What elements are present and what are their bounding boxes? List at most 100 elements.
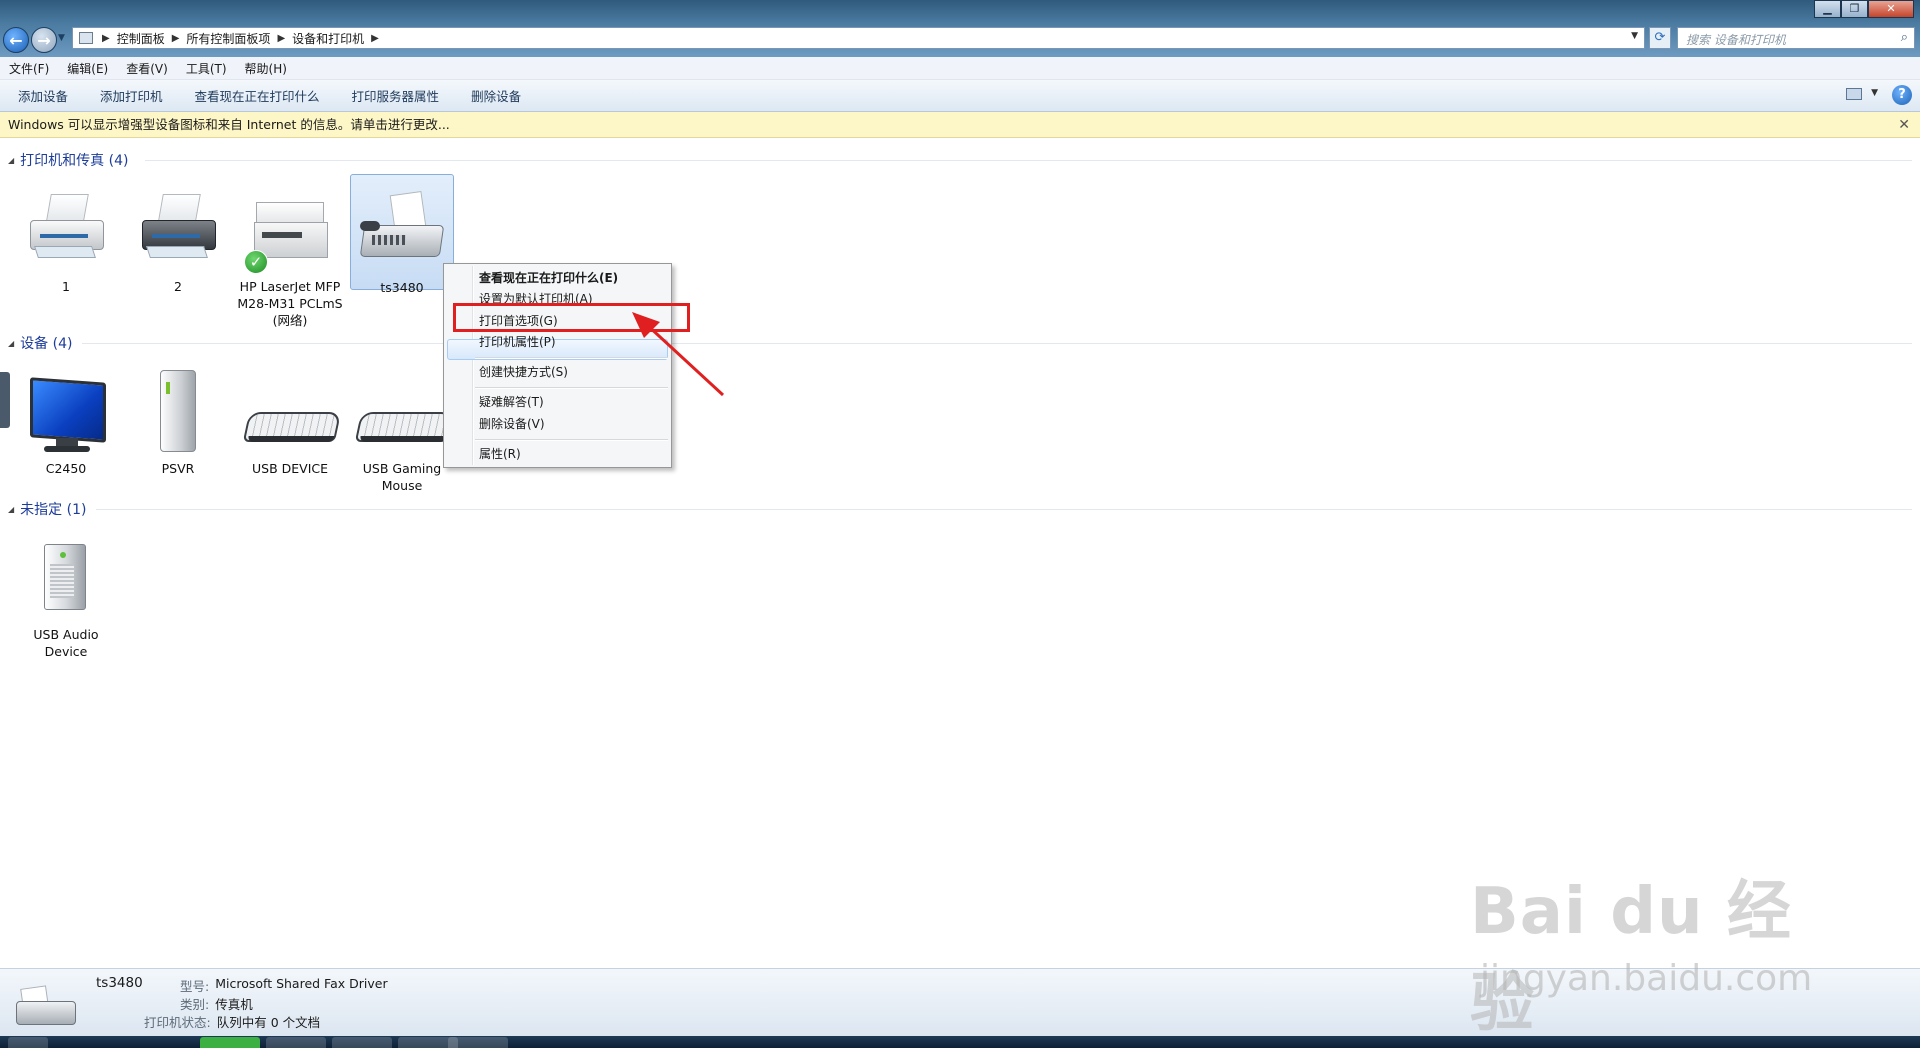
breadcrumb-devices-printers[interactable]: 设备和打印机 <box>288 30 368 47</box>
device-label: USB DEVICE <box>251 461 329 476</box>
laser-mfp-icon: ✓ <box>242 180 338 276</box>
details-device-name: ts3480 <box>96 975 143 991</box>
group-title-devices: 设备 (4) <box>20 336 73 352</box>
group-divider <box>82 343 1912 344</box>
group-divider <box>145 160 1912 161</box>
annotation-arrow-icon <box>632 312 725 397</box>
back-button[interactable]: ← <box>3 27 29 53</box>
info-bar-text: Windows 可以显示增强型设备图标和来自 Internet 的信息。请单击进… <box>8 117 450 132</box>
see-whats-printing-button[interactable]: 查看现在正在打印什么 <box>177 86 334 105</box>
device-usb-gaming-mouse[interactable]: USB Gaming Mouse <box>348 362 456 494</box>
ctx-remove-device[interactable]: 删除设备(V) <box>479 414 545 434</box>
keyboard-icon <box>242 362 342 458</box>
baidu-watermark-url: jingyan.baidu.com <box>1480 958 1813 999</box>
taskbar-app[interactable] <box>332 1037 392 1048</box>
ctx-see-whats-printing[interactable]: 查看现在正在打印什么(E) <box>479 268 618 288</box>
ctx-create-shortcut[interactable]: 创建快捷方式(S) <box>479 362 568 382</box>
inkjet-printer-icon <box>18 180 114 276</box>
device-label: 1 <box>62 279 70 294</box>
fax-icon <box>12 975 82 1033</box>
breadcrumb-all-items[interactable]: 所有控制面板项 <box>182 30 274 47</box>
address-dropdown-icon[interactable]: ▼ <box>1631 31 1638 41</box>
collapse-triangle-icon[interactable]: ◢ <box>8 505 14 514</box>
menu-tools[interactable]: 工具(T) <box>177 60 236 77</box>
refresh-button[interactable]: ⟳ <box>1649 27 1671 49</box>
search-input[interactable]: 搜索 设备和打印机 ⌕ <box>1677 27 1915 49</box>
collapse-triangle-icon[interactable]: ◢ <box>8 339 14 348</box>
menu-bar: 文件(F) 编辑(E) 查看(V) 工具(T) 帮助(H) <box>0 57 1920 80</box>
details-status-value: 队列中有 0 个文档 <box>216 1015 321 1030</box>
control-panel-icon <box>79 32 93 44</box>
device-usb-audio[interactable]: USB Audio Device <box>12 528 120 660</box>
breadcrumb-control-panel[interactable]: 控制面板 <box>113 30 169 47</box>
help-icon[interactable]: ? <box>1892 85 1912 105</box>
ctx-properties[interactable]: 属性(R) <box>479 444 521 464</box>
inkjet-printer-dark-icon <box>130 180 226 276</box>
command-bar: 添加设备 添加打印机 查看现在正在打印什么 打印服务器属性 删除设备 ▼ ? <box>0 80 1920 112</box>
chevron-right-icon[interactable]: ▶ <box>368 33 382 44</box>
collapse-triangle-icon[interactable]: ◢ <box>8 156 14 165</box>
menu-file[interactable]: 文件(F) <box>0 60 58 77</box>
details-model-value: Microsoft Shared Fax Driver <box>215 976 388 991</box>
context-menu-separator <box>475 439 668 441</box>
forward-arrow-icon: → <box>37 30 51 50</box>
device-label: USB Audio Device <box>33 627 99 659</box>
view-dropdown-icon[interactable]: ▼ <box>1871 88 1878 98</box>
fax-icon <box>354 181 450 277</box>
close-button[interactable]: ✕ <box>1868 0 1914 18</box>
device-psvr[interactable]: PSVR <box>124 362 232 477</box>
device-label: ts3480 <box>380 280 424 295</box>
remove-device-button[interactable]: 删除设备 <box>453 86 535 105</box>
group-title-unspecified: 未指定 (1) <box>20 502 87 518</box>
group-header-unspecified[interactable]: ◢ 未指定 (1) <box>8 499 86 519</box>
device-label: HP LaserJet MFP M28-M31 PCLmS (网络) <box>237 279 343 328</box>
details-category-value: 传真机 <box>215 997 253 1012</box>
device-printer-1[interactable]: 1 <box>12 180 120 295</box>
taskbar-app[interactable] <box>200 1037 260 1048</box>
group-divider <box>96 509 1912 510</box>
side-gadget-handle[interactable] <box>0 372 10 428</box>
audio-box-icon <box>18 528 114 624</box>
maximize-button[interactable]: ❐ <box>1841 0 1868 18</box>
taskbar-app[interactable] <box>266 1037 326 1048</box>
group-header-printers[interactable]: ◢ 打印机和传真 (4) <box>8 150 128 170</box>
details-model-row: 型号: Microsoft Shared Fax Driver <box>180 976 388 995</box>
start-button[interactable] <box>8 1037 48 1048</box>
close-icon[interactable]: ✕ <box>1898 112 1910 138</box>
device-c2450[interactable]: C2450 <box>12 362 120 477</box>
device-printer-2[interactable]: 2 <box>124 180 232 295</box>
monitor-icon <box>18 362 114 458</box>
chevron-right-icon[interactable]: ▶ <box>99 33 113 44</box>
print-server-properties-button[interactable]: 打印服务器属性 <box>334 86 454 105</box>
add-device-button[interactable]: 添加设备 <box>0 86 82 105</box>
ctx-troubleshoot[interactable]: 疑难解答(T) <box>479 392 544 412</box>
recent-pages-dropdown-icon[interactable]: ▼ <box>58 33 65 43</box>
menu-help[interactable]: 帮助(H) <box>236 60 296 77</box>
device-ts3480[interactable]: ts3480 <box>350 174 454 295</box>
taskbar-app[interactable] <box>448 1037 508 1048</box>
device-label: PSVR <box>161 461 195 476</box>
details-status-row: 打印机状态: 队列中有 0 个文档 <box>144 1012 320 1031</box>
group-title-printers: 打印机和传真 (4) <box>20 153 129 169</box>
menu-view[interactable]: 查看(V) <box>117 60 177 77</box>
device-usb-device[interactable]: USB DEVICE <box>236 362 344 477</box>
chevron-right-icon[interactable]: ▶ <box>274 33 288 44</box>
minimize-button[interactable]: ▁ <box>1814 0 1841 18</box>
ctx-printer-properties[interactable]: 打印机属性(P) <box>479 332 556 352</box>
forward-button[interactable]: → <box>31 27 57 53</box>
add-printer-button[interactable]: 添加打印机 <box>82 86 177 105</box>
default-printer-check-icon: ✓ <box>244 250 268 274</box>
change-view-icon[interactable] <box>1846 88 1862 100</box>
details-status-key: 打印机状态: <box>144 1015 211 1030</box>
window-controls: ▁ ❐ ✕ <box>1814 0 1914 18</box>
details-category-key: 类别: <box>180 997 210 1012</box>
menu-edit[interactable]: 编辑(E) <box>58 60 117 77</box>
address-bar[interactable]: ▶ 控制面板 ▶ 所有控制面板项 ▶ 设备和打印机 ▶ ▼ <box>72 27 1645 49</box>
group-header-devices[interactable]: ◢ 设备 (4) <box>8 333 72 353</box>
chevron-right-icon[interactable]: ▶ <box>169 33 183 44</box>
info-bar[interactable]: Windows 可以显示增强型设备图标和来自 Internet 的信息。请单击进… <box>0 112 1920 138</box>
baidu-watermark: Bai du 经验 <box>1470 875 1792 1041</box>
search-icon[interactable]: ⌕ <box>1901 30 1908 45</box>
device-hp-laserjet[interactable]: ✓ HP LaserJet MFP M28-M31 PCLmS (网络) <box>236 180 344 329</box>
details-model-key: 型号: <box>180 979 210 994</box>
